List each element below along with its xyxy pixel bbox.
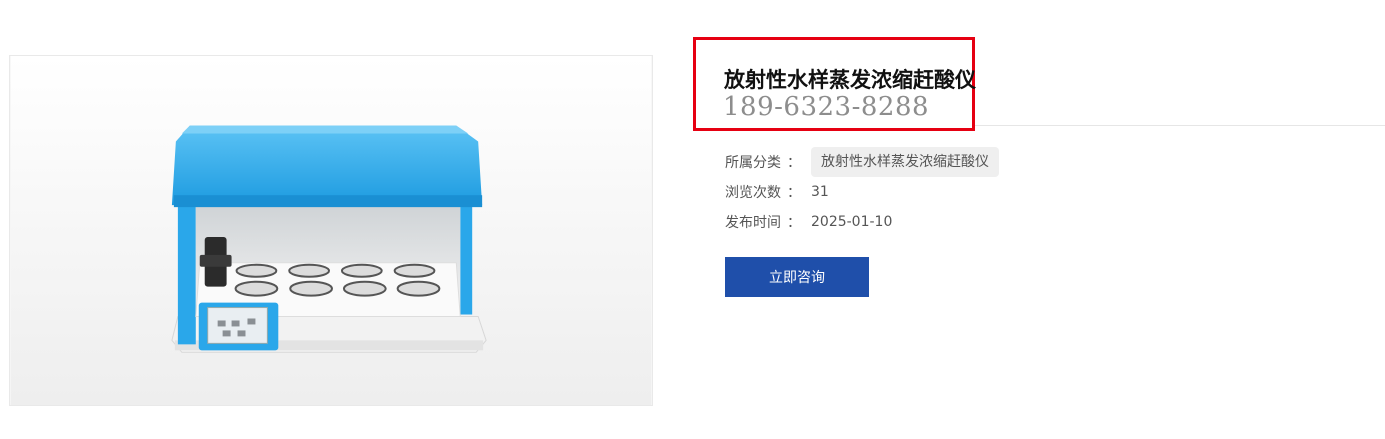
views-label: 浏览次数 [725, 185, 781, 201]
product-title: 放射性水样蒸发浓缩赶酸仪 [724, 68, 976, 92]
category-row: 所属分类 ： 放射性水样蒸发浓缩赶酸仪 [725, 147, 999, 177]
views-row: 浏览次数 ： 31 [725, 177, 829, 207]
divider [975, 125, 1385, 126]
category-label: 所属分类 [725, 155, 781, 171]
phone-number: 189-6323-8288 [723, 92, 930, 122]
date-label: 发布时间 [725, 215, 781, 231]
consult-button[interactable]: 立即咨询 [725, 257, 869, 297]
date-row: 发布时间 ： 2025-01-10 [725, 207, 892, 237]
category-separator: ： [787, 155, 801, 171]
evaporator-device-illustration [10, 56, 652, 405]
product-image [9, 55, 653, 406]
date-value: 2025-01-10 [811, 214, 893, 230]
category-tag[interactable]: 放射性水样蒸发浓缩赶酸仪 [811, 147, 999, 177]
views-value: 31 [811, 184, 829, 200]
views-separator: ： [787, 185, 801, 201]
date-separator: ： [787, 215, 801, 231]
